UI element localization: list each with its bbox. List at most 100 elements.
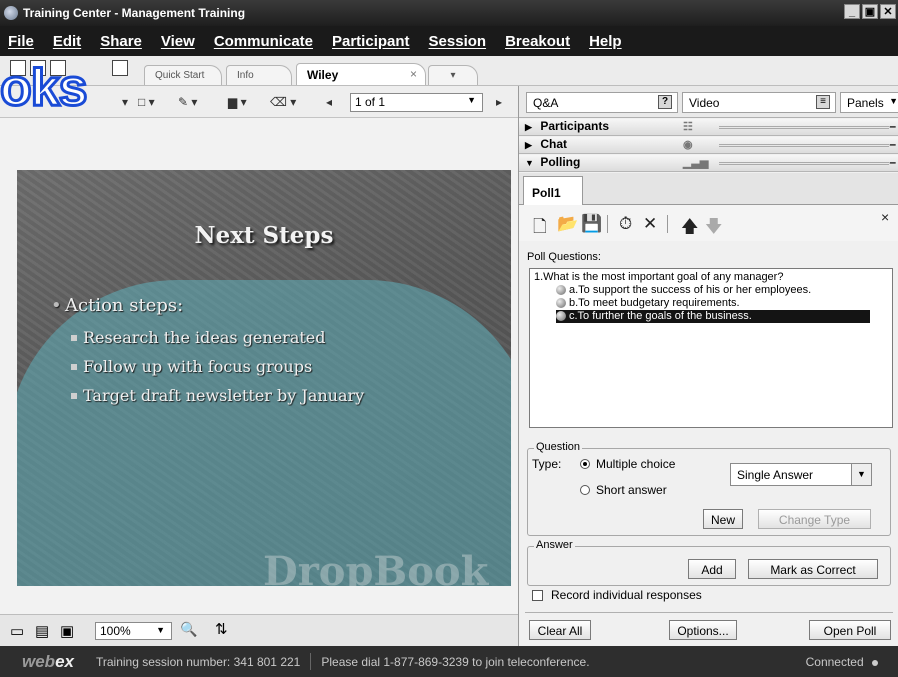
new-poll-icon[interactable]: 🗋 — [533, 214, 547, 243]
panels-menu[interactable]: Panels ▼ — [840, 92, 898, 113]
chat-section-header[interactable]: ▶ Chat ◉ – — [519, 137, 898, 154]
poll-answer-text: c.To further the goals of the business. — [569, 310, 752, 322]
logo-part: web — [22, 651, 56, 671]
panel-tabs: Q&A ? Video ≡ Panels ▼ — [519, 86, 898, 118]
close-tab-icon[interactable]: × — [410, 67, 417, 81]
minimize-panel-icon[interactable]: – — [889, 137, 896, 151]
slide-bullet: Follow up with focus groups — [70, 357, 364, 376]
pen-tool-icon[interactable]: ✎ ▾ — [178, 95, 197, 109]
save-poll-icon[interactable]: 💾 — [581, 214, 602, 234]
poll-question[interactable]: 1.What is the most important goal of any… — [534, 271, 888, 283]
sync-display-icon[interactable]: ⇅ — [215, 620, 228, 638]
tab-poll1[interactable]: Poll1 — [523, 176, 583, 206]
tab-wiley[interactable]: Wiley × — [296, 63, 426, 85]
multiple-choice-radio[interactable]: Multiple choice — [580, 457, 675, 471]
mark-as-correct-button[interactable]: Mark as Correct — [748, 559, 878, 579]
new-tab-button[interactable]: ▾ — [428, 65, 478, 85]
zoom-selector[interactable]: 100% ▼ — [95, 622, 172, 640]
options-button[interactable]: Options... — [669, 620, 737, 640]
window-controls: _ ▣ ✕ — [844, 4, 896, 19]
split-view-icon[interactable]: ▣ — [60, 622, 74, 640]
add-answer-button[interactable]: Add — [688, 559, 736, 579]
webex-app-icon — [4, 6, 18, 20]
polling-section-header[interactable]: ▼ Polling ▁▃▅ – — [519, 155, 898, 172]
minimize-panel-icon[interactable]: – — [889, 119, 896, 133]
menu-session[interactable]: Session — [429, 33, 487, 50]
tab-qa-label: Q&A — [533, 96, 559, 110]
menu-file[interactable]: File — [8, 33, 34, 50]
zoom-value: 100% — [100, 624, 131, 638]
poll-answer-text: b.To meet budgetary requirements. — [569, 297, 740, 309]
section-label: Chat — [540, 137, 568, 151]
toolbar-separator — [667, 215, 668, 233]
minimize-button[interactable]: _ — [844, 4, 860, 19]
short-answer-radio[interactable]: Short answer — [580, 483, 667, 497]
session-number: Training session number: 341 801 221 — [95, 654, 301, 669]
maximize-button[interactable]: ▣ — [862, 4, 878, 19]
expand-arrow-icon: ▶ — [525, 140, 532, 150]
minimize-panel-icon[interactable]: – — [889, 155, 896, 169]
brand-watermark: oks — [0, 59, 89, 117]
tab-video[interactable]: Video ≡ — [682, 92, 836, 113]
watermark-text: DropBook — [263, 548, 489, 586]
chevron-down-icon: ▼ — [851, 464, 871, 485]
answer-bullet-icon — [556, 311, 566, 321]
connection-label: Connected — [805, 654, 864, 669]
polling-icon: ▁▃▅ — [683, 157, 709, 169]
menu-help[interactable]: Help — [589, 33, 622, 50]
clear-all-button[interactable]: Clear All — [529, 620, 591, 640]
tab-video-label: Video — [689, 96, 720, 110]
rectangle-tool-icon[interactable]: □ ▾ — [138, 95, 155, 109]
thumbnail-view-icon[interactable]: ▤ — [35, 622, 49, 640]
tab-wiley-label: Wiley — [307, 68, 339, 82]
record-responses-label: Record individual responses — [551, 588, 702, 602]
slide-bullet: Target draft newsletter by January — [70, 386, 365, 405]
chevron-down-icon: ▼ — [156, 625, 165, 635]
panels-area: Q&A ? Video ≡ Panels ▼ ▶ Participants ☷ … — [518, 86, 898, 646]
close-poll-editor-icon[interactable]: × — [881, 209, 889, 225]
menu-edit[interactable]: Edit — [53, 33, 81, 50]
new-question-button[interactable]: New — [703, 509, 743, 529]
page-selector-value: 1 of 1 — [355, 95, 386, 109]
title-bar: Training Center - Management Training _ … — [0, 0, 898, 26]
page-selector[interactable]: 1 of 1 ▼ — [350, 93, 483, 112]
record-responses-checkbox[interactable] — [532, 590, 543, 601]
panels-menu-label: Panels — [847, 96, 884, 110]
answer-group: Answer Add Mark as Correct — [527, 539, 891, 586]
change-type-button[interactable]: Change Type — [758, 509, 871, 529]
menu-breakout[interactable]: Breakout — [505, 33, 570, 50]
zoom-icon[interactable]: 🔍 — [180, 621, 197, 638]
menu-view[interactable]: View — [161, 33, 195, 50]
menu-share[interactable]: Share — [100, 33, 142, 50]
move-up-icon[interactable]: 🡅 — [681, 214, 698, 243]
previous-page-icon[interactable]: ◂ — [326, 95, 332, 109]
poll-answer[interactable]: a.To support the success of his or her e… — [556, 284, 888, 297]
answer-mode-select[interactable]: Single Answer ▼ — [730, 463, 872, 486]
menu-communicate[interactable]: Communicate — [214, 33, 313, 50]
color-tool-icon[interactable]: ▆ ▾ — [228, 95, 247, 109]
open-poll-button[interactable]: Open Poll — [809, 620, 891, 640]
eraser-tool-icon[interactable]: ⌫ ▾ — [270, 95, 296, 109]
timer-icon[interactable]: ⏱ — [619, 214, 632, 234]
full-view-icon[interactable]: ▭ — [10, 622, 24, 640]
close-button[interactable]: ✕ — [880, 4, 896, 19]
next-page-icon[interactable]: ▸ — [496, 95, 502, 109]
tab-info[interactable]: Info — [226, 65, 292, 85]
poll-answer[interactable]: b.To meet budgetary requirements. — [556, 297, 888, 310]
multiple-choice-label: Multiple choice — [596, 457, 676, 471]
text-tool-dropdown-icon[interactable]: ▾ — [122, 95, 128, 109]
open-poll-icon[interactable]: 📂 — [557, 214, 578, 234]
participants-section-header[interactable]: ▶ Participants ☷ – — [519, 119, 898, 136]
connection-status: Connected — [806, 655, 878, 669]
tab-quick-start[interactable]: Quick Start — [144, 65, 222, 85]
tab-qa[interactable]: Q&A ? — [526, 92, 678, 113]
poll-questions-label: Poll Questions: — [527, 251, 601, 263]
poll-questions-list[interactable]: 1.What is the most important goal of any… — [529, 268, 893, 428]
section-label: Polling — [540, 155, 581, 169]
answer-group-label: Answer — [534, 539, 575, 551]
move-down-icon[interactable]: 🡇 — [705, 214, 722, 243]
menu-participant[interactable]: Participant — [332, 33, 410, 50]
annotate-icon[interactable] — [112, 60, 128, 76]
poll-answer-selected[interactable]: c.To further the goals of the business. — [556, 310, 870, 323]
delete-icon[interactable]: ✕ — [643, 214, 657, 234]
